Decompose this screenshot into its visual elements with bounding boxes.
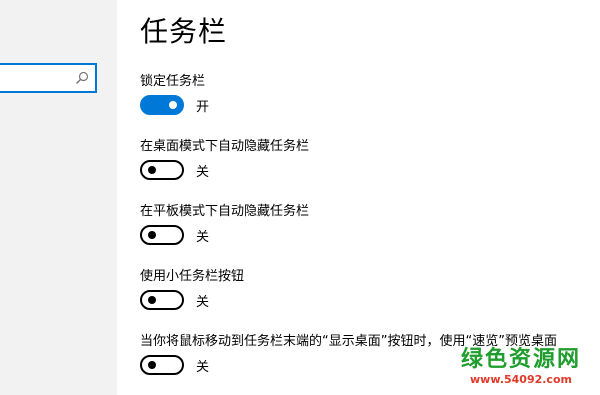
watermark-logo-text: 绿色资源网 xyxy=(460,347,581,372)
page-title: 任务栏 xyxy=(140,15,228,48)
setting-label: 锁定任务栏 xyxy=(140,74,206,89)
search-icon[interactable] xyxy=(75,71,89,85)
site-watermark: 绿色资源网 www.54092.com xyxy=(446,347,596,393)
toggle-state-text: 关 xyxy=(196,360,210,375)
settings-main-panel: 任务栏 锁定任务栏 开 在桌面模式下自动隐藏任务栏 关 在平板模式下自动隐藏任务… xyxy=(140,0,600,395)
toggle-knob xyxy=(148,296,156,304)
settings-search-box[interactable] xyxy=(0,63,97,93)
search-input[interactable] xyxy=(4,69,70,87)
toggle-state-text: 关 xyxy=(196,230,210,245)
watermark-url: www.54092.com xyxy=(470,373,572,386)
lock-taskbar-toggle[interactable] xyxy=(140,95,184,115)
toggle-state-text: 关 xyxy=(196,295,210,310)
settings-nav-pane xyxy=(0,0,117,395)
peek-desktop-toggle[interactable] xyxy=(140,355,184,375)
toggle-knob xyxy=(148,361,156,369)
toggle-knob xyxy=(148,166,156,174)
setting-label: 在平板模式下自动隐藏任务栏 xyxy=(140,204,310,219)
small-buttons-toggle[interactable] xyxy=(140,290,184,310)
autohide-tablet-toggle[interactable] xyxy=(140,225,184,245)
autohide-desktop-toggle[interactable] xyxy=(140,160,184,180)
setting-label: 使用小任务栏按钮 xyxy=(140,269,245,284)
toggle-knob xyxy=(148,231,156,239)
toggle-state-text: 开 xyxy=(196,100,210,115)
setting-label: 在桌面模式下自动隐藏任务栏 xyxy=(140,139,310,154)
toggle-state-text: 关 xyxy=(196,165,210,180)
toggle-knob xyxy=(169,101,177,109)
